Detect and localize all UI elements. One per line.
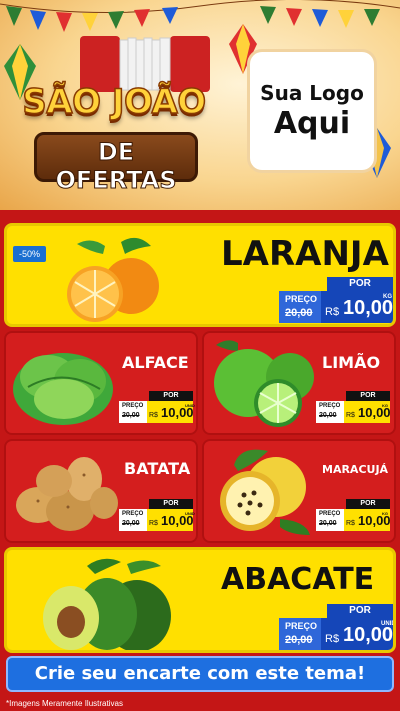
price-currency: R$ (325, 633, 340, 645)
sao-joao-title-logo: SÃO JOÃO DE OFERTAS (16, 81, 212, 195)
price-por-label: POR (149, 391, 193, 401)
price-currency: R$ (325, 306, 340, 318)
price-por-label: POR (346, 391, 390, 401)
product-card-maracuja[interactable]: MARACUJÁ POR PREÇO 20,00 R$ 10,00 KG (202, 439, 396, 543)
logo-placeholder-line1: Sua Logo (260, 81, 364, 105)
price-unit: UNID (381, 621, 396, 627)
price-tag: POR PREÇO 20,00 R$ 10,00 UNID (119, 391, 195, 423)
product-card-laranja[interactable]: -50% LARANJA POR PREÇO 20,00 R$ 10,00 KG (4, 223, 396, 327)
price-old-value: 20,00 (122, 412, 140, 419)
product-card-abacate[interactable]: ABACATE POR PREÇO 20,00 R$ 10,00 UNID (4, 547, 396, 653)
price-old-value: 20,00 (285, 634, 313, 646)
price-new-value: 10,00 (343, 297, 394, 319)
price-unit: KG (382, 511, 388, 516)
price-new-value: 10,00 (343, 624, 394, 646)
lime-icon (214, 340, 314, 427)
price-preco-label: PREÇO (285, 621, 318, 631)
price-por-label: POR (327, 277, 393, 291)
price-tag: POR PREÇO 20,00 R$ 10,00 KG (316, 391, 391, 423)
price-old-value: 20,00 (319, 520, 337, 527)
logo-placeholder[interactable]: Sua Logo Aqui (250, 52, 374, 170)
product-name: LIMÃO (322, 353, 381, 372)
price-tag: POR PREÇO 20,00 R$ 10,00 KG (316, 499, 391, 531)
price-unit: UNID (185, 511, 195, 516)
price-tag: POR PREÇO 20,00 R$ 10,00 KG (279, 277, 393, 323)
product-card-limao[interactable]: LIMÃO POR PREÇO 20,00 R$ 10,00 KG (202, 331, 396, 435)
price-currency: R$ (346, 412, 355, 419)
header-banner: SÃO JOÃO DE OFERTAS Sua Logo Aqui (0, 0, 400, 210)
price-preco-label: PREÇO (122, 511, 144, 517)
images-disclaimer: *Imagens Meramente Ilustrativas (6, 699, 123, 708)
sao-joao-subtitle: DE OFERTAS (55, 138, 177, 195)
lettuce-icon (13, 353, 113, 425)
sao-joao-title: SÃO JOÃO (22, 81, 207, 123)
price-unit: KG (383, 294, 392, 300)
price-old-value: 20,00 (319, 412, 337, 419)
price-por-label: POR (149, 499, 193, 509)
product-name: ABACATE (221, 562, 375, 597)
product-card-batata[interactable]: BATATA POR PREÇO 20,00 R$ 10,00 UNID (4, 439, 198, 543)
price-por-label: POR (327, 604, 393, 618)
price-old-value: 20,00 (122, 520, 140, 527)
price-por-label: POR (346, 499, 390, 509)
price-preco-label: PREÇO (285, 294, 318, 304)
price-preco-label: PREÇO (122, 403, 144, 409)
price-unit: UNID (185, 403, 195, 408)
price-preco-label: PREÇO (319, 403, 341, 409)
price-currency: R$ (149, 412, 158, 419)
product-name: MARACUJÁ (322, 463, 389, 476)
product-name: ALFACE (122, 353, 189, 372)
product-card-alface[interactable]: ALFACE POR PREÇO 20,00 R$ 10,00 UNID (4, 331, 198, 435)
price-unit: KG (382, 403, 388, 408)
product-name: BATATA (124, 459, 191, 478)
discount-badge: -50% (13, 246, 47, 262)
product-name: LARANJA (221, 234, 389, 274)
orange-fruit-icon (67, 237, 159, 322)
price-tag: POR PREÇO 20,00 R$ 10,00 UNID (279, 604, 393, 650)
logo-placeholder-line2: Aqui (273, 106, 351, 141)
avocado-icon (43, 558, 171, 650)
price-tag: POR PREÇO 20,00 R$ 10,00 UNID (119, 499, 195, 531)
price-currency: R$ (346, 520, 355, 527)
price-old-value: 20,00 (285, 307, 313, 319)
price-preco-label: PREÇO (319, 511, 341, 517)
passion-fruit-icon (220, 449, 310, 535)
create-flyer-button[interactable]: Crie seu encarte com este tema! (6, 656, 394, 692)
price-currency: R$ (149, 520, 158, 527)
potato-icon (16, 457, 118, 531)
